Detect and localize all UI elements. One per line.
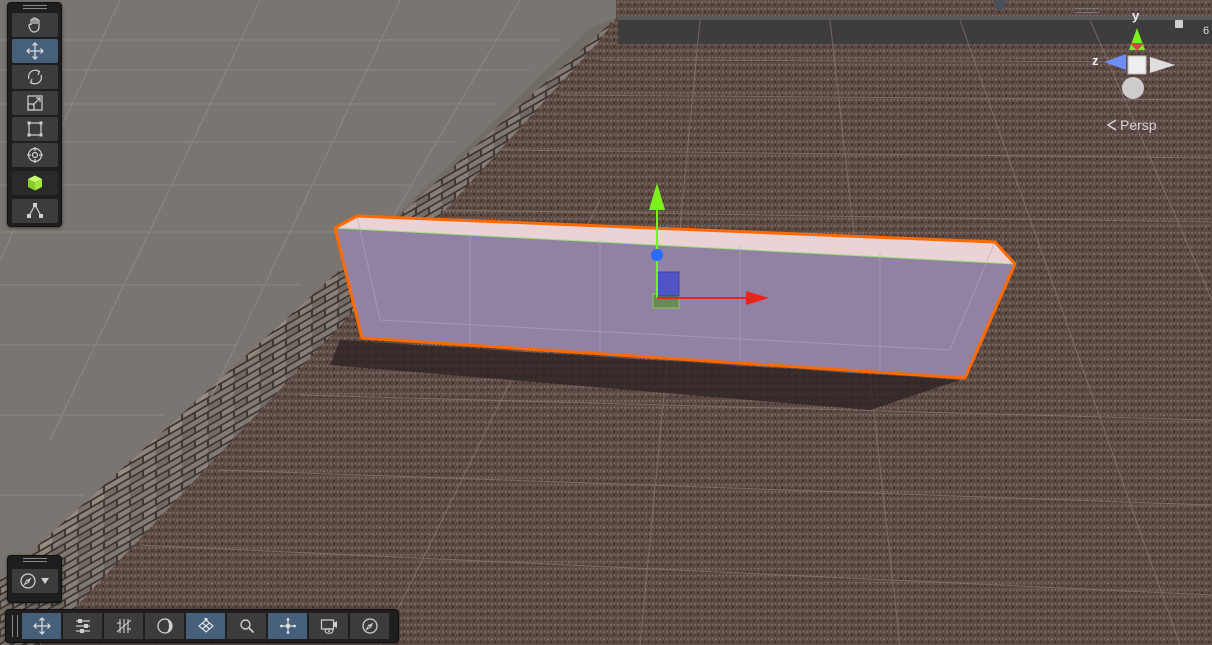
compass-icon [361,618,378,634]
grid-snapping-button[interactable] [104,613,143,639]
scene-viewport[interactable] [0,0,1212,645]
search-icon [239,619,254,634]
camera-mode-label: Persp [1120,117,1157,133]
rotate-tool-button[interactable] [11,65,58,89]
view-tool-button[interactable] [11,13,58,37]
transform-tool-button[interactable] [11,143,58,167]
hand-icon [27,17,40,33]
orientation-overlay [7,555,62,603]
scene-view-overlay-toolbar [5,609,399,643]
view-options-dropdown[interactable] [11,569,58,593]
axis-y-label[interactable]: y [1132,8,1139,23]
scale-icon [26,95,43,111]
chevron-left-icon [1106,119,1117,131]
camera-mode-toggle[interactable]: Persp [1106,117,1157,133]
rect-icon [27,121,42,137]
grid-visibility-button[interactable] [186,613,225,639]
tools-overlay [7,2,62,227]
orientation-button[interactable] [350,613,389,639]
overlay-toolbar-grip[interactable] [12,615,18,637]
rotate-icon [27,69,42,85]
orientation-overlay-grip[interactable] [8,556,61,564]
move-tool-button[interactable] [11,39,58,63]
pivot-mode-button[interactable] [268,613,307,639]
shading-icon [156,618,173,634]
custom-editor-tool-button[interactable] [11,171,58,195]
transform-icon [26,147,43,163]
rect-tool-button[interactable] [11,117,58,141]
scene-camera-button[interactable] [309,613,348,639]
sliders-icon [75,619,90,633]
pivot-icon [279,618,296,634]
axis-z-label[interactable]: z [1092,53,1099,68]
shading-mode-button[interactable] [145,613,184,639]
scale-tool-button[interactable] [11,91,58,115]
tools-overlay-grip[interactable] [8,3,61,11]
search-button[interactable] [227,613,266,639]
tool-settings-button[interactable] [63,613,102,639]
compass-icon [20,573,36,589]
move-overlay-button[interactable] [22,613,61,639]
move-icon [32,617,51,635]
grid-plane-icon [197,618,214,633]
dropdown-arrow-icon [41,578,49,584]
move-icon [25,42,44,60]
grid-snap-icon [116,619,131,633]
camera-icon [320,619,337,634]
probuilder-icon [26,203,43,218]
gizmo-partial-label: 6 [1203,25,1210,37]
component-tool-button[interactable] [11,199,58,223]
cube-icon [27,175,42,191]
